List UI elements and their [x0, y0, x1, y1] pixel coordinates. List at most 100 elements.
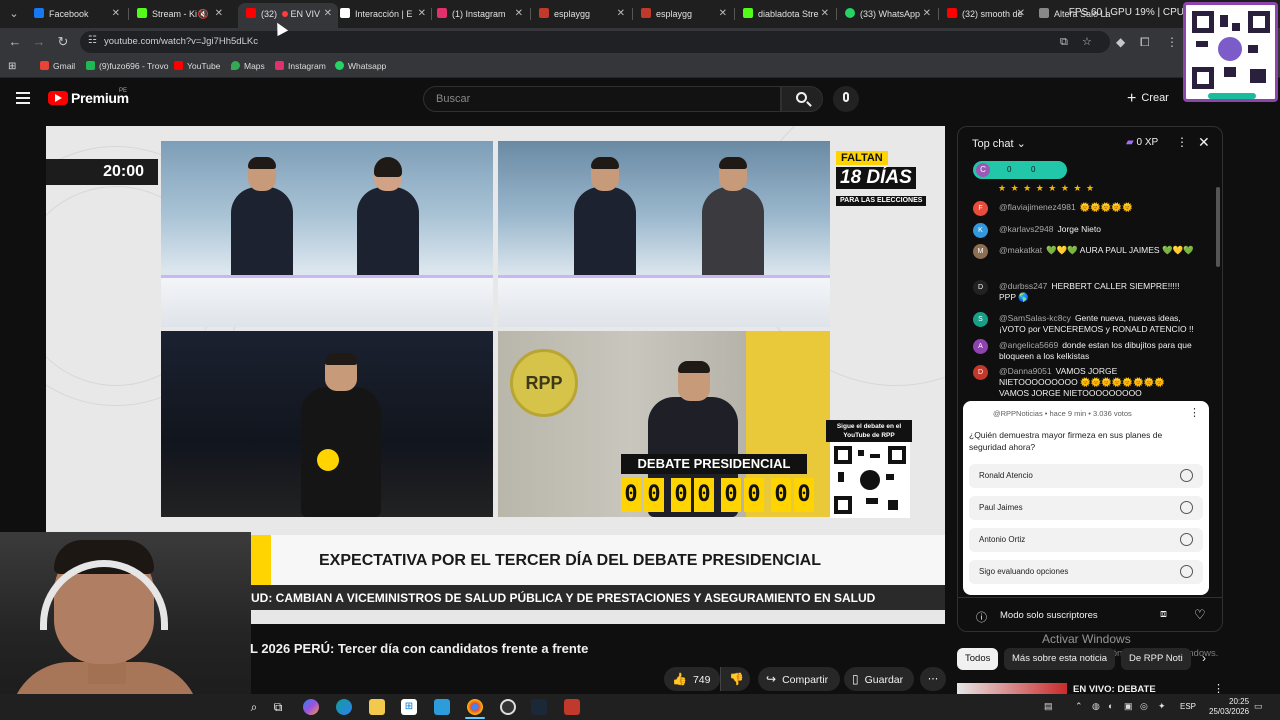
tab-facebook[interactable]: Facebook ✕ [26, 3, 126, 25]
close-icon[interactable]: ✕ [418, 3, 426, 25]
tab-esplaygg-2[interactable]: esplaygg ✕ [633, 3, 733, 25]
chat-username[interactable]: @SamSalas-kc8cy [999, 313, 1071, 323]
radio-icon[interactable] [1180, 565, 1193, 578]
chat-username[interactable]: @angelica5669 [999, 340, 1058, 350]
tab-diabladota[interactable]: diabladota Stre ✕ [735, 3, 835, 25]
info-icon[interactable]: ⓘ [976, 609, 987, 625]
chip-todos[interactable]: Todos [957, 648, 999, 670]
chat-username[interactable]: @flaviajimenez4981 [999, 202, 1076, 212]
url-text[interactable]: youtube.com/watch?v=Jgi7Hh5dLKc [104, 36, 258, 47]
tab-youtube-live[interactable]: (32) EN VIV ✕ [238, 3, 338, 28]
poll-option[interactable]: Sigo evaluando opciones [969, 560, 1203, 584]
close-icon[interactable]: ✕ [821, 3, 829, 25]
poll-option[interactable]: Paul Jaimes [969, 496, 1203, 520]
tray-icon[interactable]: ◐ [1108, 701, 1113, 711]
chat-more-icon[interactable]: ⋮ [1176, 135, 1188, 149]
chip-more-news[interactable]: Más sobre esta noticia [1004, 648, 1116, 670]
youtube-logo-icon[interactable] [48, 91, 68, 105]
extensions-puzzle-icon[interactable]: ⧠ [1140, 34, 1150, 50]
close-icon[interactable]: ✕ [112, 3, 120, 25]
chat-scrollbar[interactable] [1216, 187, 1220, 267]
chat-username[interactable]: @Danna9051 [999, 366, 1052, 376]
close-icon[interactable]: ✕ [923, 3, 931, 25]
search-button[interactable] [781, 86, 823, 112]
microsoft-store-icon[interactable]: ⊞ [401, 699, 417, 715]
radio-icon[interactable] [1180, 469, 1193, 482]
tab-esplaygg-1[interactable]: esplaygg ✕ [531, 3, 631, 25]
task-view-icon[interactable]: ⧉ [270, 699, 286, 715]
bookmark-gmail[interactable]: Gmail [40, 61, 75, 71]
chat-mode-selector[interactable]: Top chat ⌄ [972, 137, 1026, 150]
tab-youtube-smooth[interactable]: (32) smooth de ✕ [939, 3, 1031, 25]
tray-icon[interactable]: ✦ [1158, 701, 1166, 712]
gift-membership-icon[interactable]: ⧈ [1160, 608, 1167, 621]
close-icon[interactable]: ✕ [617, 3, 625, 25]
forward-arrow-icon[interactable]: → [31, 34, 47, 50]
tab-whatsapp[interactable]: (33) WhatsApp ✕ [837, 3, 937, 25]
chrome-icon[interactable] [467, 699, 483, 715]
tab-instagram[interactable]: (1) Instagram ✕ [429, 3, 529, 25]
chip-rpp[interactable]: De RPP Noti [1121, 648, 1191, 670]
poll-option[interactable]: Ronald Atencio [969, 464, 1203, 488]
bookmark-instagram[interactable]: Instagram [275, 61, 326, 71]
tray-app-icon[interactable]: ▤ [1044, 701, 1053, 712]
bookmark-whatsapp[interactable]: Whatsapp [335, 61, 386, 71]
close-icon[interactable]: ✕ [719, 3, 727, 25]
close-icon[interactable]: ✕ [1198, 134, 1210, 151]
tab-search-button[interactable]: ⌄ [4, 4, 24, 24]
tray-icon[interactable]: ◎ [1140, 701, 1148, 712]
back-arrow-icon[interactable]: ← [7, 34, 23, 50]
file-explorer-icon[interactable] [369, 699, 385, 715]
apps-grid-icon[interactable]: ⊞ [8, 61, 16, 72]
menu-more-icon[interactable]: ⋮ [1166, 34, 1178, 50]
bookmark-star-icon[interactable]: ☆ [1082, 35, 1092, 49]
chat-username[interactable]: @durbss247 [999, 281, 1047, 291]
poll-option[interactable]: Antonio Ortiz [969, 528, 1203, 552]
taskbar-clock[interactable]: 20:25 25/03/2026 [1209, 697, 1249, 717]
heart-icon[interactable]: ♡ [1194, 607, 1206, 623]
notification-icon[interactable]: ▭ [1254, 701, 1263, 712]
tray-chevron-up-icon[interactable]: ⌃ [1075, 701, 1083, 712]
app-icon[interactable] [564, 699, 580, 715]
muted-icon[interactable]: 🔇 [198, 3, 209, 25]
close-icon[interactable]: ✕ [215, 3, 223, 25]
close-icon[interactable]: ✕ [324, 3, 332, 25]
like-button[interactable]: 👍 749 [664, 667, 720, 691]
close-icon[interactable]: ✕ [1017, 3, 1025, 25]
copilot-icon[interactable] [303, 699, 319, 715]
obs-icon[interactable] [500, 699, 516, 715]
hamburger-menu-icon[interactable] [16, 92, 30, 104]
edge-icon[interactable] [336, 699, 352, 715]
chevron-right-icon[interactable]: › [1202, 651, 1206, 665]
share-button[interactable]: ↪ Compartir [758, 667, 840, 691]
app-icon[interactable] [434, 699, 450, 715]
poll-more-icon[interactable]: ⋮ [1189, 406, 1200, 419]
site-info-icon[interactable]: ☷ [88, 35, 100, 47]
install-app-icon[interactable]: ⧉ [1060, 35, 1068, 49]
create-button[interactable]: + Crear [1127, 90, 1169, 108]
radio-icon[interactable] [1180, 501, 1193, 514]
bookmark-trovo[interactable]: (9)fuzo696 - Trovo [86, 61, 168, 71]
chat-username[interactable]: @makatkat [999, 245, 1042, 255]
voice-search-button[interactable] [833, 86, 859, 112]
bookmark-youtube[interactable]: YouTube [174, 61, 220, 71]
radio-icon[interactable] [1180, 533, 1193, 546]
xp-badge[interactable]: ▰ 0 XP [1126, 137, 1158, 148]
search-icon[interactable]: ⌕ [246, 699, 262, 715]
language-indicator[interactable]: ESP [1180, 702, 1196, 711]
extension-icon[interactable]: ◆ [1116, 34, 1125, 50]
dislike-button[interactable]: 👎 [720, 667, 750, 691]
tray-icon[interactable]: ◍ [1092, 701, 1100, 712]
tray-icon[interactable]: ▣ [1124, 701, 1133, 712]
reload-icon[interactable]: ↻ [55, 34, 71, 50]
omnibox[interactable]: ☷ youtube.com/watch?v=Jgi7Hh5dLKc ⧉ ☆ [80, 31, 1110, 53]
bookmark-maps[interactable]: Maps [231, 61, 265, 71]
steam-icon[interactable] [531, 699, 547, 715]
save-button[interactable]: ▯ Guardar [844, 667, 914, 691]
close-icon[interactable]: ✕ [515, 3, 523, 25]
tab-kick-stream[interactable]: Stream - Ki 🔇 ✕ [129, 3, 229, 25]
chat-username[interactable]: @karlavs2948 [999, 224, 1053, 234]
more-actions-button[interactable]: ⋯ [920, 667, 946, 691]
tab-interaccion[interactable]: Interacción | E ✕ [332, 3, 432, 25]
search-input[interactable]: Buscar [423, 86, 781, 112]
